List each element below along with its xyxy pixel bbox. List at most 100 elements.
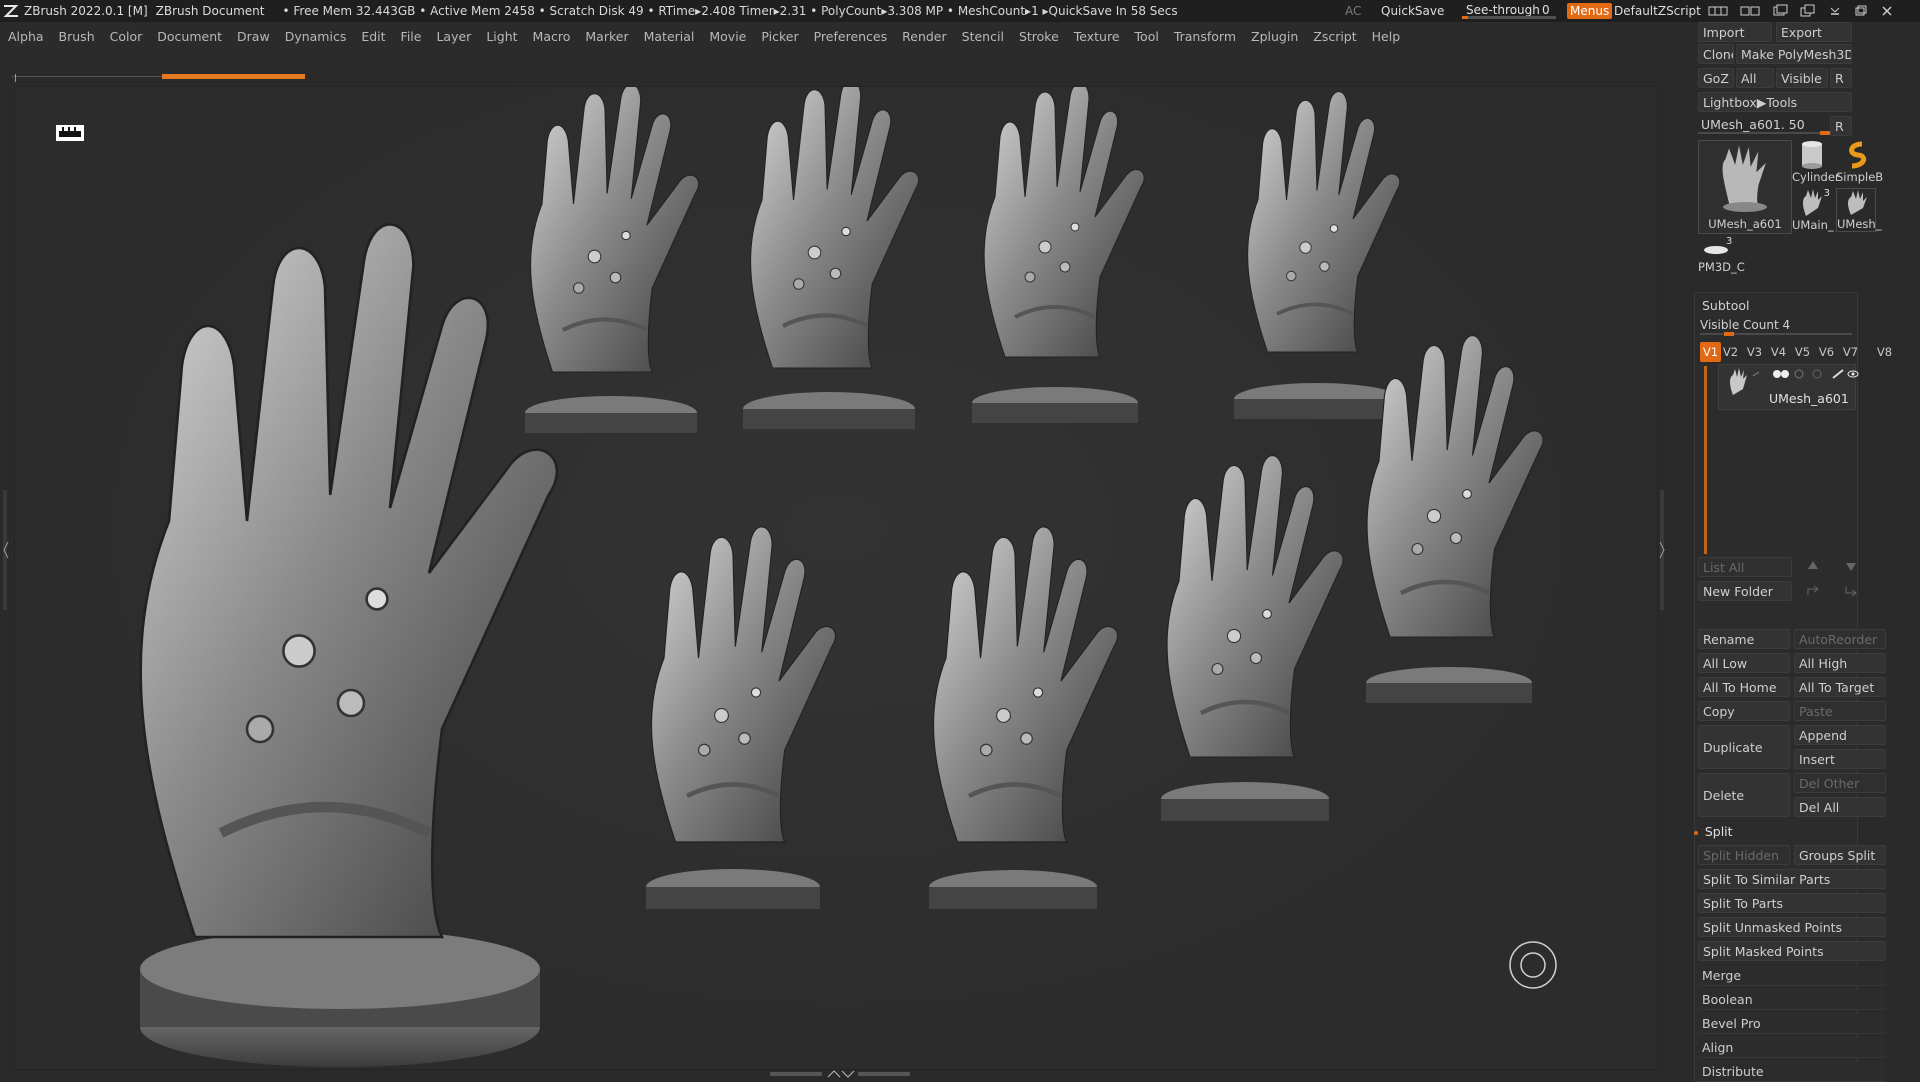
paste-button[interactable]: Paste: [1794, 701, 1886, 721]
menu-dynamics[interactable]: Dynamics: [277, 29, 354, 44]
hand-model-bottom-2[interactable]: [929, 527, 1118, 909]
window-restore-icon[interactable]: [1800, 4, 1816, 18]
goz-visible-button[interactable]: Visible: [1776, 68, 1828, 88]
subtool-list-item[interactable]: UMesh_a601: [1718, 364, 1859, 410]
menu-edit[interactable]: Edit: [353, 29, 392, 44]
clone-button[interactable]: Clone: [1698, 44, 1734, 64]
tab-v5[interactable]: V5: [1792, 342, 1813, 362]
folder-move-up-icon[interactable]: [1794, 581, 1832, 601]
menu-help[interactable]: Help: [1364, 29, 1408, 44]
menus-toggle-button[interactable]: Menus: [1567, 3, 1613, 19]
left-tray-handle-icon[interactable]: [2, 490, 10, 610]
menu-stroke[interactable]: Stroke: [1011, 29, 1066, 44]
delete-button[interactable]: Delete: [1698, 773, 1790, 817]
active-tab-indicator[interactable]: [162, 74, 305, 79]
subtool-scrollbar[interactable]: [1704, 366, 1707, 554]
menu-light[interactable]: Light: [478, 29, 524, 44]
tab-v6[interactable]: V6: [1816, 342, 1837, 362]
menu-layer[interactable]: Layer: [428, 29, 478, 44]
split-to-parts-button[interactable]: Split To Parts: [1698, 893, 1886, 913]
minimize-icon[interactable]: [1828, 4, 1842, 18]
menu-file[interactable]: File: [393, 29, 429, 44]
insert-button[interactable]: Insert: [1794, 749, 1886, 769]
menu-movie[interactable]: Movie: [701, 29, 753, 44]
visible-count-slider[interactable]: [1700, 332, 1852, 336]
split-masked-points-button[interactable]: Split Masked Points: [1698, 941, 1886, 961]
menu-draw[interactable]: Draw: [229, 29, 277, 44]
del-other-button[interactable]: Del Other: [1794, 773, 1886, 793]
rename-button[interactable]: Rename: [1698, 629, 1790, 649]
sculpt-models-render[interactable]: [15, 87, 1657, 1069]
maximize-icon[interactable]: [1854, 4, 1868, 18]
split-unmasked-points-button[interactable]: Split Unmasked Points: [1698, 917, 1886, 937]
split-section-header[interactable]: Split: [1694, 822, 1733, 842]
import-button[interactable]: Import: [1698, 22, 1772, 42]
groups-split-button[interactable]: Groups Split: [1794, 845, 1886, 865]
menu-picker[interactable]: Picker: [753, 29, 805, 44]
right-tray-handle-icon[interactable]: [1658, 490, 1666, 610]
duplicate-button[interactable]: Duplicate: [1698, 725, 1790, 769]
default-zscript-button[interactable]: DefaultZScript: [1614, 4, 1701, 18]
layout-icon[interactable]: [1708, 5, 1728, 17]
align-section[interactable]: Align: [1698, 1038, 1886, 1058]
menu-macro[interactable]: Macro: [525, 29, 578, 44]
tool-thumb-cylinder[interactable]: Cylinder: [1792, 140, 1840, 184]
all-to-target-button[interactable]: All To Target: [1794, 677, 1886, 697]
boolean-section[interactable]: Boolean: [1698, 990, 1886, 1010]
subtool-toggles-icon[interactable]: [1749, 368, 1859, 380]
distribute-section[interactable]: Distribute: [1698, 1062, 1886, 1082]
split-to-similar-parts-button[interactable]: Split To Similar Parts: [1698, 869, 1886, 889]
tool-thumb-umesh[interactable]: UMesh_: [1836, 188, 1881, 232]
canvas-viewport[interactable]: [14, 86, 1658, 1070]
menu-alpha[interactable]: Alpha: [0, 29, 51, 44]
list-all-button[interactable]: List All: [1698, 557, 1792, 577]
all-low-button[interactable]: All Low: [1698, 653, 1790, 673]
split-hidden-button[interactable]: Split Hidden: [1698, 845, 1790, 865]
menu-zscript[interactable]: Zscript: [1305, 29, 1363, 44]
make-polymesh3d-button[interactable]: Make PolyMesh3D: [1736, 44, 1852, 64]
goz-all-button[interactable]: All: [1736, 68, 1774, 88]
lightbox-tools-button[interactable]: Lightbox▶Tools: [1698, 92, 1852, 112]
hand-model-bottom-4[interactable]: [1366, 336, 1543, 703]
bottom-tray-handle-icon[interactable]: [770, 1068, 910, 1080]
append-button[interactable]: Append: [1794, 725, 1886, 745]
tool-thumb-umain[interactable]: 3 UMain_: [1792, 188, 1834, 232]
move-up-icon[interactable]: [1794, 557, 1832, 577]
hand-model-top-1[interactable]: [525, 87, 699, 433]
goz-button[interactable]: GoZ: [1698, 68, 1734, 88]
hand-model-top-4[interactable]: [1234, 89, 1402, 419]
rotation-gizmo-icon[interactable]: [1507, 939, 1559, 991]
visible-count-label[interactable]: Visible Count 4: [1700, 318, 1790, 332]
export-button[interactable]: Export: [1776, 22, 1852, 42]
menu-color[interactable]: Color: [102, 29, 150, 44]
close-icon[interactable]: [1880, 4, 1894, 18]
menu-document[interactable]: Document: [149, 29, 229, 44]
window-layout-icon[interactable]: [1772, 4, 1788, 18]
hand-model-top-3[interactable]: [972, 87, 1147, 423]
tab-v1[interactable]: V1: [1700, 342, 1721, 362]
hand-model-large[interactable]: [140, 225, 557, 1067]
tool-r-button[interactable]: R: [1830, 116, 1852, 136]
bevel-pro-section[interactable]: Bevel Pro: [1698, 1014, 1886, 1034]
del-all-button[interactable]: Del All: [1794, 797, 1886, 817]
tab-v3[interactable]: V3: [1744, 342, 1765, 362]
menu-transform[interactable]: Transform: [1166, 29, 1243, 44]
copy-button[interactable]: Copy: [1698, 701, 1790, 721]
menu-material[interactable]: Material: [636, 29, 702, 44]
menu-stencil[interactable]: Stencil: [954, 29, 1011, 44]
tool-thumb-simpleb[interactable]: SimpleB: [1836, 140, 1883, 184]
subtool-title[interactable]: Subtool: [1702, 298, 1749, 313]
tab-v2[interactable]: V2: [1720, 342, 1741, 362]
hand-model-top-2[interactable]: [743, 87, 919, 429]
folder-move-down-icon[interactable]: [1832, 581, 1870, 601]
new-folder-button[interactable]: New Folder: [1698, 581, 1792, 601]
see-through-slider[interactable]: See-through 0: [1462, 2, 1556, 20]
move-down-icon[interactable]: [1832, 557, 1870, 577]
menu-marker[interactable]: Marker: [577, 29, 635, 44]
all-high-button[interactable]: All High: [1794, 653, 1886, 673]
hand-model-bottom-3[interactable]: [1161, 456, 1343, 821]
merge-section[interactable]: Merge: [1698, 966, 1886, 986]
menu-tool[interactable]: Tool: [1127, 29, 1166, 44]
tool-name-slider[interactable]: UMesh_a601. 50: [1698, 114, 1832, 135]
goz-r-button[interactable]: R: [1830, 68, 1852, 88]
